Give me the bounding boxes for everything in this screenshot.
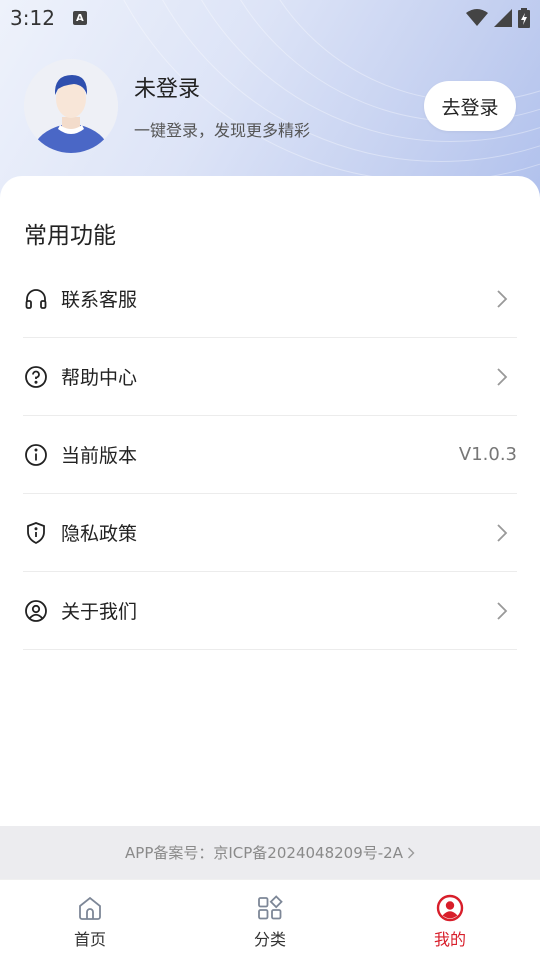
- menu-item-label: 隐私政策: [61, 523, 138, 545]
- avatar[interactable]: [24, 59, 118, 153]
- battery-charging-icon: [518, 8, 530, 28]
- menu-item-about-us[interactable]: 关于我们: [23, 572, 517, 650]
- wifi-icon: [466, 9, 488, 26]
- icp-record-link[interactable]: APP备案号：京ICP备2024048209号-2A: [0, 826, 540, 879]
- menu-item-label: 联系客服: [61, 289, 138, 311]
- menu-item-help-center[interactable]: 帮助中心: [23, 338, 517, 416]
- tab-home[interactable]: 首页: [0, 880, 180, 960]
- shield-info-icon: [23, 520, 49, 546]
- chevron-right-icon: [497, 601, 508, 620]
- tab-mine[interactable]: 我的: [360, 880, 540, 960]
- user-circle-filled-icon: [436, 894, 464, 922]
- chevron-right-icon: [407, 847, 415, 858]
- icp-record-text: APP备案号：京ICP备2024048209号-2A: [125, 844, 403, 862]
- chevron-right-icon: [497, 523, 508, 542]
- tab-label: 分类: [253, 930, 286, 949]
- user-circle-icon: [23, 598, 49, 624]
- tab-category[interactable]: 分类: [180, 880, 360, 960]
- cellular-signal-icon: [494, 9, 512, 27]
- info-circle-icon: [23, 442, 49, 468]
- bottom-tab-bar: 首页 分类 我的: [0, 879, 540, 960]
- menu-item-label: 关于我们: [61, 601, 138, 623]
- question-circle-icon: [23, 364, 49, 390]
- profile-header: 未登录 一键登录，发现更多精彩 去登录: [24, 58, 516, 154]
- menu-item-label: 当前版本: [61, 445, 138, 467]
- version-value: V1.0.3: [458, 444, 517, 465]
- login-status-title: 未登录: [134, 77, 201, 102]
- menu-item-customer-service[interactable]: 联系客服: [23, 260, 517, 338]
- chevron-right-icon: [497, 367, 508, 386]
- menu-item-label: 帮助中心: [61, 367, 138, 389]
- status-bar: 3:12 A: [0, 0, 540, 36]
- grid-icon: [258, 895, 283, 920]
- notification-a-icon: A: [72, 11, 87, 25]
- function-menu: 联系客服 帮助中心 当前版本 V1.0.3 隐私政策 关于我们: [23, 260, 517, 650]
- tab-label: 首页: [73, 930, 106, 949]
- tab-label: 我的: [433, 930, 466, 949]
- status-time: 3:12: [10, 6, 55, 30]
- main-card: 常用功能 联系客服 帮助中心 当前版本 V1.0.3 隐私政策 关于我们: [0, 176, 540, 826]
- section-title: 常用功能: [24, 223, 116, 249]
- login-button[interactable]: 去登录: [424, 81, 516, 131]
- default-user-avatar-icon: [24, 59, 118, 153]
- home-icon: [79, 896, 101, 920]
- login-subtitle: 一键登录，发现更多精彩: [134, 121, 311, 140]
- headset-icon: [23, 286, 49, 312]
- menu-item-current-version: 当前版本 V1.0.3: [23, 416, 517, 494]
- chevron-right-icon: [497, 289, 508, 308]
- menu-item-privacy-policy[interactable]: 隐私政策: [23, 494, 517, 572]
